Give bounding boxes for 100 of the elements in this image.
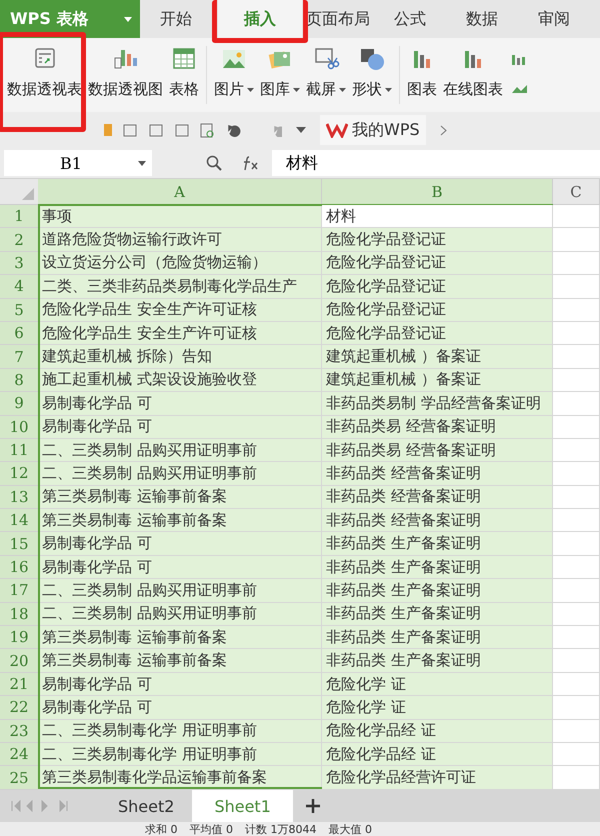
app-menu-button[interactable]: WPS 表格 xyxy=(0,0,140,38)
table-cell: 非药品类 生产备案证明 xyxy=(322,556,553,580)
chevron-right-icon[interactable] xyxy=(440,124,447,136)
caret-icon xyxy=(339,88,346,92)
ribbon-button[interactable]: 数据透视图 xyxy=(85,38,166,112)
row-header[interactable]: 24 xyxy=(0,742,38,766)
table-cell: 非药品类易制 学品经营备案证明 xyxy=(322,392,553,416)
row-header[interactable]: 3 xyxy=(0,252,38,276)
row-header[interactable]: 13 xyxy=(0,486,38,510)
ribbon-button[interactable]: 在线图表 xyxy=(440,38,506,112)
ribbon-button[interactable]: 表格 xyxy=(166,38,202,112)
caret-icon xyxy=(124,16,132,22)
table-cell: 非药品类易 经营备案证明 xyxy=(322,416,553,439)
table-cell: 二、三类易制 品购买用证明事前 xyxy=(38,438,322,462)
column-header[interactable]: B xyxy=(322,179,553,204)
row-header[interactable]: 19 xyxy=(0,626,38,650)
w-logo-icon xyxy=(326,122,348,138)
function-icon[interactable] xyxy=(242,155,260,171)
table-cell: 二、三类易制 品购买用证明事前 xyxy=(38,579,322,603)
table-cell: 非药品类 经营备案证明 xyxy=(322,462,553,486)
row-header[interactable]: 14 xyxy=(0,509,38,532)
sheet-tab[interactable]: Sheet1 xyxy=(192,790,293,822)
table-cell: 非药品类 经营备案证明 xyxy=(322,509,553,532)
caret-icon xyxy=(138,160,146,166)
table-cell: 二、三类易制 品购买用证明事前 xyxy=(38,462,322,486)
caret-icon xyxy=(385,88,392,92)
row-header[interactable]: 16 xyxy=(0,556,38,580)
ribbon-button[interactable]: 图库 xyxy=(257,38,303,112)
table-cell: 危险化学品登记证 xyxy=(322,298,553,322)
table-cell: 第三类易制毒 运输事前备案 xyxy=(38,626,322,650)
ribbon-button[interactable]: 形状 xyxy=(349,38,395,112)
table-cell: 危险化学品生 安全生产许可证核 xyxy=(38,322,322,346)
table-cell: 第三类易制毒化学品运输事前备案 xyxy=(38,766,322,790)
table-cell: 非药品类 生产备案证明 xyxy=(322,626,553,650)
ribbon-tab[interactable]: 数据 xyxy=(446,0,518,38)
table-cell: 第三类易制毒 运输事前备案 xyxy=(38,649,322,673)
row-header[interactable]: 17 xyxy=(0,579,38,603)
ribbon-button[interactable]: 数据透视表 xyxy=(4,38,85,112)
status-text: 计数 1万8044 xyxy=(245,822,316,836)
row-header[interactable]: 22 xyxy=(0,696,38,720)
table-cell: 非药品类 生产备案证明 xyxy=(322,649,553,673)
status-text: 最大值 0 xyxy=(328,822,372,836)
row-header[interactable]: 23 xyxy=(0,720,38,743)
name-box[interactable]: B1 xyxy=(4,150,152,176)
row-header[interactable]: 1 xyxy=(0,205,38,228)
caret-icon xyxy=(293,88,300,92)
app-title: WPS 表格 xyxy=(10,8,88,30)
ribbon-button[interactable]: 图表 xyxy=(404,38,440,112)
ribbon-tab[interactable]: 插入 xyxy=(218,0,302,38)
row-header[interactable]: 4 xyxy=(0,275,38,299)
ribbon-tab[interactable]: 审阅 xyxy=(518,0,590,38)
table-cell: 二类、三类非药品类易制毒化学品生产 xyxy=(38,275,322,299)
add-icon[interactable] xyxy=(304,798,321,814)
table-cell: 第三类易制毒 运输事前备案 xyxy=(38,509,322,532)
table-cell: 材料 xyxy=(322,205,553,228)
column-header[interactable]: A xyxy=(38,179,322,204)
table-cell: 非药品类 经营备案证明 xyxy=(322,486,553,510)
row-header[interactable]: 25 xyxy=(0,766,38,790)
table-cell: 二、三类易制毒化学 用证明事前 xyxy=(38,720,322,743)
row-header[interactable]: 5 xyxy=(0,298,38,322)
table-cell: 二、三类易制毒化学 用证明事前 xyxy=(38,742,322,766)
row-header[interactable]: 18 xyxy=(0,602,38,626)
row-header[interactable]: 21 xyxy=(0,672,38,696)
status-text: 平均值 0 xyxy=(190,822,233,836)
ribbon-tab[interactable]: 开始 xyxy=(140,0,212,38)
table-cell: 道路危险货物运输行政许可 xyxy=(38,228,322,252)
table-cell: 非药品类 生产备案证明 xyxy=(322,602,553,626)
document-tab[interactable]: 我的WPS xyxy=(320,115,426,145)
row-header[interactable]: 7 xyxy=(0,345,38,369)
table-cell: 危险化学品登记证 xyxy=(322,252,553,276)
sheet-tab[interactable]: Sheet2 xyxy=(100,790,192,822)
ribbon-button[interactable]: 截屏 xyxy=(303,38,349,112)
status-text: 求和 0 xyxy=(145,822,178,836)
ribbon-tab[interactable]: 页面布局 xyxy=(302,0,374,38)
table-cell: 建筑起重机械 ）备案证 xyxy=(322,345,553,369)
formula-field[interactable]: 材料 xyxy=(272,150,600,176)
table-cell: 非药品类 生产备案证明 xyxy=(322,579,553,603)
row-header[interactable]: 8 xyxy=(0,368,38,392)
row-header[interactable]: 15 xyxy=(0,532,38,556)
row-header[interactable]: 10 xyxy=(0,416,38,439)
row-header[interactable]: 6 xyxy=(0,322,38,346)
column-header[interactable]: C xyxy=(553,179,600,204)
search-icon[interactable] xyxy=(206,155,222,171)
caret-icon[interactable] xyxy=(296,127,306,133)
row-header[interactable]: 20 xyxy=(0,649,38,673)
row-header[interactable]: 2 xyxy=(0,228,38,252)
row-header[interactable]: 12 xyxy=(0,462,38,486)
row-header[interactable]: 11 xyxy=(0,438,38,462)
table-cell: 设立货运分公司（危险货物运输） xyxy=(38,252,322,276)
table-cell: 危险化学品登记证 xyxy=(322,228,553,252)
table-cell: 易制毒化学品 可 xyxy=(38,532,322,556)
table-cell: 施工起重机械 式架设设施验收登 xyxy=(38,368,322,392)
ribbon-button[interactable]: 图片 xyxy=(211,38,257,112)
table-cell: 危险化学品登记证 xyxy=(322,275,553,299)
table-cell: 非药品类易 经营备案证明 xyxy=(322,438,553,462)
table-cell: 易制毒化学品 可 xyxy=(38,556,322,580)
row-header[interactable]: 9 xyxy=(0,392,38,416)
table-cell: 建筑起重机械 ）备案证 xyxy=(322,368,553,392)
ribbon-tab[interactable]: 公式 xyxy=(374,0,446,38)
table-cell: 易制毒化学品 可 xyxy=(38,416,322,439)
